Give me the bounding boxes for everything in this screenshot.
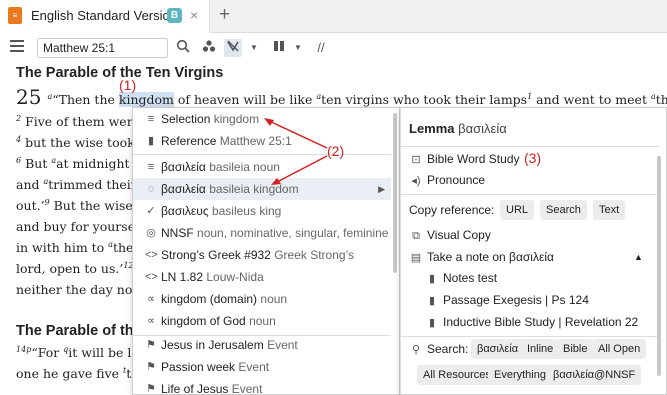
note-item[interactable]: ▮ Inductive Bible Study | Revelation 22 xyxy=(425,312,638,332)
copy-reference-label: Copy reference: xyxy=(409,203,495,217)
verse-line: 6 But aat midnight xyxy=(16,156,130,172)
speaker-icon: ◂) xyxy=(411,175,421,187)
sense-icon: ∝ xyxy=(147,315,155,327)
menu-item-reference[interactable]: ▮ Reference Matthew 25:1 xyxy=(133,130,391,152)
menu-item-louw-nida[interactable]: <> LN 1.82 Louw-Nida xyxy=(133,266,391,288)
scrollbar[interactable] xyxy=(393,113,397,273)
notebook-icon: ▮ xyxy=(428,317,436,329)
chevron-right-icon: ▶ xyxy=(378,184,385,194)
annotation-label: (2) xyxy=(327,143,345,159)
menu-item-event[interactable]: ⚑ Jesus in Jerusalem Event xyxy=(133,334,391,356)
parallel-panes-icon[interactable] xyxy=(270,39,288,57)
flag-icon: ⚑ xyxy=(146,383,156,395)
code-icon: <> xyxy=(145,249,158,261)
menu-item-lemma[interactable]: ◌ βασιλεία basileia kingdom ▶ xyxy=(133,178,391,200)
close-icon[interactable]: × xyxy=(190,7,198,23)
code-icon: <> xyxy=(145,271,158,283)
verse-line: 14p“For qit will be l xyxy=(16,345,132,361)
search-icon: ⚲ xyxy=(411,344,421,356)
verse-line: one he gave five tta xyxy=(16,366,139,382)
add-tab-icon[interactable]: + xyxy=(219,4,230,26)
copy-search-button[interactable]: Search xyxy=(540,200,587,220)
notebook-icon: ▮ xyxy=(428,273,436,285)
visual-copy-item[interactable]: ⧉ Visual Copy xyxy=(409,225,491,245)
section-heading: The Parable of th xyxy=(16,323,134,339)
visual-filters-icon[interactable] xyxy=(200,39,218,57)
annotation-label: (1) xyxy=(119,77,137,93)
bible-word-study-item[interactable]: ⊡ Bible Word Study xyxy=(409,149,519,169)
logos-logo-icon: ≡ xyxy=(8,7,22,24)
verse-line: lord, open to us.’12 xyxy=(16,261,134,277)
selected-word[interactable]: kingdom xyxy=(118,92,174,107)
pronounce-item[interactable]: ◂) Pronounce xyxy=(409,170,485,190)
copy-icon: ⧉ xyxy=(412,230,420,242)
word-study-icon: ⊡ xyxy=(411,154,421,166)
note-item[interactable]: ▮ Passage Exegesis | Ps 124 xyxy=(425,290,589,310)
parallel-resources-icon[interactable]: // xyxy=(312,39,330,57)
verse-line: in with him to athe xyxy=(16,240,134,256)
take-note-item[interactable]: ▤ Take a note on βασιλεία xyxy=(409,247,554,267)
verse-line: neither the day nor xyxy=(16,282,139,297)
menu-item-selection[interactable]: ≡ Selection kingdom xyxy=(133,108,391,130)
verse-line: out.’9 But the wise xyxy=(16,198,133,214)
note-item[interactable]: ▮ Notes test xyxy=(425,268,497,288)
tab-english-standard-version[interactable]: ≡ English Standard Version B × xyxy=(0,0,210,33)
menu-item-word[interactable]: ≡ βασιλεία basileia noun xyxy=(133,156,391,178)
inline-interlinear-icon[interactable] xyxy=(224,39,242,57)
menu-item-event[interactable]: ⚑ Life of Jesus Event xyxy=(133,378,391,395)
copy-text-button[interactable]: Text xyxy=(593,200,626,220)
verse-line: 25 a“Then the kingdom of heaven will be l… xyxy=(16,85,667,109)
search-lemma-button[interactable]: βασιλεία xyxy=(471,339,525,359)
hamburger-menu-icon[interactable] xyxy=(10,40,24,54)
menu-item-sense[interactable]: ∝ kingdom of God noun xyxy=(133,310,391,332)
chevron-up-icon[interactable]: ▲ xyxy=(634,247,643,267)
menu-item-event[interactable]: ⚑ Passion week Event xyxy=(133,356,391,378)
copy-url-button[interactable]: URL xyxy=(500,200,535,220)
verse-line: and atrimmed their xyxy=(16,177,137,193)
bookmark-icon: ▮ xyxy=(147,135,155,147)
annotation-label: (3) xyxy=(524,150,542,166)
scrollbar[interactable] xyxy=(657,156,661,376)
verse-line: 2 Five of them were xyxy=(16,114,141,130)
search-all-resources-button[interactable]: All Resources xyxy=(417,365,497,385)
flag-icon: ⚑ xyxy=(146,339,156,351)
menu-item-morphology[interactable]: ◎ NNSF noun, nominative, singular, femini… xyxy=(133,222,391,244)
search-inline-button[interactable]: Inline xyxy=(521,339,560,359)
tab-badge[interactable]: B xyxy=(167,8,182,23)
morphology-icon: ◎ xyxy=(146,227,156,239)
notebook-icon: ▮ xyxy=(428,295,436,307)
sense-icon: ∝ xyxy=(147,293,155,305)
menu-item-sense[interactable]: ∝ kingdom (domain) noun xyxy=(133,288,391,310)
search-icon[interactable] xyxy=(174,39,192,57)
search-all-open-button[interactable]: All Open xyxy=(592,339,647,359)
search-label: ⚲ Search: xyxy=(409,339,468,359)
search-bible-button[interactable]: Bible xyxy=(557,339,594,359)
search-morph-button[interactable]: βασιλεία@NNSF xyxy=(547,365,642,385)
root-icon: ✓ xyxy=(146,205,156,217)
menu-item-strongs[interactable]: <> Strong’s Greek #932 Greek Strong’s xyxy=(133,244,391,266)
lines-icon: ≡ xyxy=(147,161,155,173)
selection-icon: ≡ xyxy=(147,113,155,125)
note-icon: ▤ xyxy=(410,252,422,264)
reference-input[interactable] xyxy=(37,38,168,58)
flag-icon: ⚑ xyxy=(146,361,156,373)
verse-line: 4 but the wise took xyxy=(16,135,135,151)
lemma-header: Lemma βασιλεία xyxy=(409,121,507,136)
menu-item-root[interactable]: ✓ βασιλευς basileus king xyxy=(133,200,391,222)
chevron-down-icon[interactable]: ▼ xyxy=(292,39,304,57)
chevron-down-icon[interactable]: ▼ xyxy=(248,39,260,57)
verse-line: and buy for yourse xyxy=(16,219,136,234)
tab-bar: ≡ English Standard Version B × + xyxy=(0,0,667,33)
context-menu-left: ≡ Selection kingdom ▮ Reference Matthew 25… xyxy=(132,107,400,395)
search-everything-button[interactable]: Everything xyxy=(488,365,552,385)
tab-title: English Standard Version xyxy=(31,8,177,23)
lemma-icon: ◌ xyxy=(147,183,155,195)
toolbar: ▼ ▼ // xyxy=(0,33,667,63)
chapter-number: 25 xyxy=(16,85,42,109)
